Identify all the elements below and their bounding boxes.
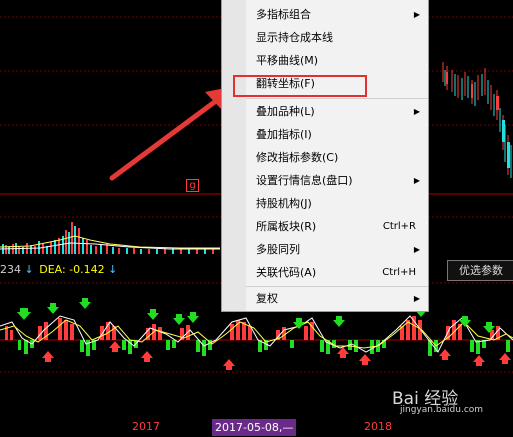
menu-item-multi-stock-columns[interactable]: 多股同列 ▶: [246, 239, 428, 261]
chart-marker-box: g: [186, 179, 199, 192]
menu-item-shortcut: Ctrl+H: [382, 267, 416, 278]
menu-item-label: 平移曲线(M): [256, 54, 319, 67]
highlight-box-flip-axis: [233, 75, 367, 97]
menu-item-label: 显示持仓成本线: [256, 31, 333, 44]
submenu-arrow-icon: ▶: [413, 10, 420, 19]
submenu-arrow-icon: ▶: [413, 176, 420, 185]
menu-item-overlay-symbol[interactable]: 叠加品种(L) ▶: [246, 101, 428, 123]
price-candles: [442, 62, 512, 178]
menu-item-overlay-indicator[interactable]: 叠加指标(I): [246, 124, 428, 146]
menu-item-label: 叠加品种(L): [256, 105, 315, 118]
submenu-arrow-icon: ▶: [413, 107, 420, 116]
submenu-arrow-icon: ▶: [413, 245, 420, 254]
selected-date-label: 2017-05-08,—: [212, 419, 297, 436]
optimize-params-button[interactable]: 优选参数: [447, 260, 513, 281]
menu-item-label: 关联代码(A): [256, 266, 317, 279]
submenu-arrow-icon: ▶: [413, 294, 420, 303]
menu-item-quote-settings[interactable]: 设置行情信息(盘口) ▶: [246, 170, 428, 192]
menu-icon-gutter: [222, 0, 246, 311]
context-menu: 多指标组合 ▶ 显示持仓成本线 平移曲线(M) 翻转坐标(F) 叠加品种(L) …: [221, 0, 429, 312]
menu-item-label: 多指标组合: [256, 8, 311, 21]
menu-item-shift-curve[interactable]: 平移曲线(M): [246, 50, 428, 72]
menu-item-institutional-holders[interactable]: 持股机构(J): [246, 193, 428, 215]
menu-item-label: 多股同列: [256, 243, 300, 256]
menu-item-label: 持股机构(J): [256, 197, 312, 210]
menu-item-label: 修改指标参数(C): [256, 151, 339, 164]
menu-item-adjust-rights[interactable]: 复权 ▶: [246, 288, 428, 310]
time-label-2017: 2017: [132, 420, 160, 433]
down-arrow-icon: ↓: [108, 263, 118, 276]
macd-indicator-readout: 234 ↓ DEA: -0.142 ↓: [0, 262, 117, 278]
menu-item-label: 设置行情信息(盘口): [256, 174, 353, 187]
annotation-arrow: [109, 86, 236, 181]
menu-separator: [246, 98, 428, 99]
menu-item-label: 所属板块(R): [256, 220, 317, 233]
time-label-2018: 2018: [364, 420, 392, 433]
menu-separator: [246, 286, 428, 287]
indicator-left-value: 234: [0, 263, 21, 276]
menu-item-label: 复权: [256, 292, 278, 305]
dea-value: DEA: -0.142: [39, 263, 105, 276]
watermark-url: jingyan.baidu.com: [400, 405, 484, 415]
volume-bars: [0, 222, 220, 254]
macd-histogram: [0, 315, 513, 356]
menu-item-shortcut: Ctrl+R: [382, 221, 416, 232]
menu-item-edit-indicator-params[interactable]: 修改指标参数(C): [246, 147, 428, 169]
down-arrow-icon: ↓: [24, 263, 34, 276]
menu-item-multi-indicator-combo[interactable]: 多指标组合 ▶: [246, 4, 428, 26]
menu-item-related-codes[interactable]: 关联代码(A) Ctrl+H: [246, 262, 428, 284]
menu-item-label: 叠加指标(I): [256, 128, 312, 141]
menu-item-show-cost-line[interactable]: 显示持仓成本线: [246, 27, 428, 49]
menu-item-sectors[interactable]: 所属板块(R) Ctrl+R: [246, 216, 428, 238]
